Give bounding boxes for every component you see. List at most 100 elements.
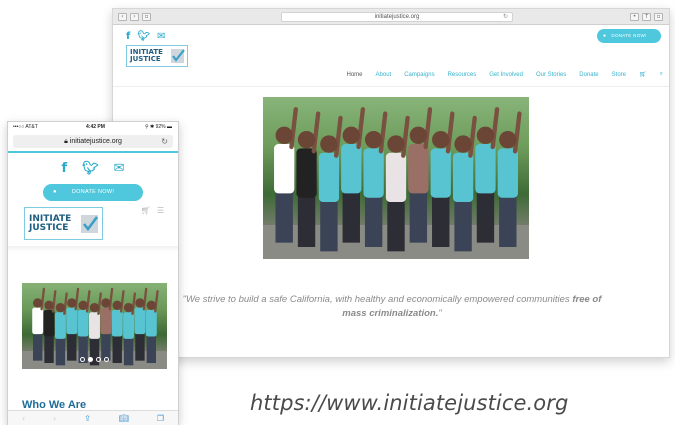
raised-fist-arm bbox=[311, 111, 321, 154]
person-legs bbox=[432, 194, 450, 247]
battery-indicator: ⚲ ✱ 92% ▬ bbox=[144, 124, 172, 130]
quote-text: "We strive to build a safe California, w… bbox=[182, 294, 573, 305]
sidebar-icon[interactable]: ▫ bbox=[142, 13, 151, 21]
browser-right-controls: • ↑ ▫ bbox=[630, 13, 663, 21]
person-head bbox=[33, 298, 43, 308]
raised-fist-arm bbox=[333, 115, 343, 158]
tabs-icon[interactable]: ❐ bbox=[157, 414, 164, 423]
person-legs bbox=[454, 199, 472, 252]
person-head bbox=[67, 298, 77, 308]
clock: 4:42 PM bbox=[86, 124, 105, 130]
header-divider bbox=[8, 246, 178, 252]
carousel-dot[interactable] bbox=[80, 357, 85, 362]
share-icon[interactable]: ↑ bbox=[642, 13, 651, 21]
logo-text: INITIATE JUSTICE bbox=[130, 49, 169, 63]
site-url-caption: https://www.initiatejustice.org bbox=[250, 391, 569, 415]
person-legs bbox=[67, 332, 77, 361]
person-head bbox=[387, 135, 405, 153]
browser-toolbar: ‹ › ▫ initiatejustice.org ↻ • ↑ ▫ bbox=[113, 9, 669, 25]
mobile-url-text: initiatejustice.org bbox=[69, 138, 122, 145]
person-legs bbox=[297, 194, 316, 247]
cart-icon[interactable]: 🛒︎ bbox=[639, 71, 647, 78]
reload-icon[interactable]: ↻ bbox=[161, 135, 168, 148]
back-icon[interactable]: ‹ bbox=[22, 414, 25, 423]
person-head bbox=[409, 126, 428, 145]
mobile-donate-button[interactable]: ● DONATE NOW! bbox=[43, 184, 143, 201]
person-figure bbox=[475, 144, 496, 194]
load-progress-line bbox=[8, 151, 178, 153]
social-links: f 🐦︎ ✉ bbox=[126, 31, 165, 42]
mission-quote: "We strive to build a safe California, w… bbox=[177, 293, 607, 321]
carousel-dot[interactable] bbox=[96, 357, 101, 362]
nav-resources[interactable]: Resources bbox=[448, 72, 477, 78]
raised-fist-arm bbox=[97, 292, 102, 316]
facebook-icon[interactable]: f bbox=[61, 162, 67, 176]
forward-icon[interactable]: › bbox=[130, 13, 139, 21]
bookmarks-icon[interactable]: 📖︎ bbox=[119, 414, 129, 423]
person-figure bbox=[385, 152, 407, 203]
raised-fist-arm bbox=[378, 111, 388, 154]
person-figure bbox=[54, 312, 66, 339]
twitter-icon[interactable]: 🐦︎ bbox=[137, 31, 150, 42]
email-icon[interactable]: ✉ bbox=[114, 162, 125, 176]
twitter-icon[interactable]: 🐦︎ bbox=[82, 162, 99, 176]
share-icon[interactable]: ⇪ bbox=[84, 414, 91, 423]
tabs-icon[interactable]: ▫ bbox=[654, 13, 663, 21]
person-legs bbox=[409, 190, 428, 243]
nav-home[interactable]: Home bbox=[347, 72, 363, 78]
person-head bbox=[89, 302, 100, 313]
person-figure bbox=[66, 307, 78, 335]
forward-icon[interactable]: › bbox=[53, 414, 56, 423]
site-logo[interactable]: INITIATE JUSTICE bbox=[126, 45, 188, 67]
raised-fist-arm bbox=[401, 115, 410, 158]
cart-icon[interactable]: 🛒︎ bbox=[141, 206, 151, 215]
email-icon[interactable]: ✉ bbox=[157, 31, 165, 42]
person-figure bbox=[430, 148, 451, 198]
donate-button[interactable]: ● DONATE NOW! bbox=[597, 29, 661, 43]
person-head bbox=[364, 131, 383, 149]
raised-fist-arm bbox=[468, 115, 477, 158]
person-head bbox=[432, 131, 450, 149]
nav-donate[interactable]: Donate bbox=[579, 72, 598, 78]
raised-fist-arm bbox=[356, 107, 366, 150]
nav-campaigns[interactable]: Campaigns bbox=[404, 72, 434, 78]
person-legs bbox=[112, 334, 122, 363]
raised-fist-arm bbox=[63, 292, 68, 316]
nav-get-involved[interactable]: Get Involved bbox=[489, 72, 523, 78]
person-head bbox=[123, 302, 134, 313]
person-figure bbox=[363, 148, 384, 198]
back-icon[interactable]: ‹ bbox=[118, 13, 127, 21]
person-head bbox=[55, 302, 66, 313]
mobile-site-logo[interactable]: INITIATE JUSTICE bbox=[24, 207, 103, 240]
nav-store[interactable]: Store bbox=[612, 72, 626, 78]
person-figure bbox=[318, 152, 340, 203]
facebook-icon[interactable]: f bbox=[126, 31, 130, 42]
extension-icon[interactable]: • bbox=[630, 13, 639, 21]
person-figure bbox=[452, 152, 474, 203]
person-head bbox=[78, 300, 88, 310]
person-legs bbox=[123, 337, 134, 366]
mobile-address-bar[interactable]: 🔒︎ initiatejustice.org ↻ bbox=[13, 135, 173, 148]
person-legs bbox=[320, 199, 338, 252]
safari-bottom-toolbar: ‹ › ⇪ 📖︎ ❐ bbox=[8, 410, 178, 425]
raised-fist-arm bbox=[108, 287, 114, 311]
search-icon[interactable]: ⌕ bbox=[660, 71, 663, 78]
person-figure bbox=[341, 144, 362, 194]
person-figure bbox=[111, 309, 123, 337]
mobile-header-icons: 🛒︎ ☰ bbox=[141, 206, 164, 215]
person-legs bbox=[44, 334, 54, 363]
nav-about[interactable]: About bbox=[376, 72, 392, 78]
person-legs bbox=[55, 337, 66, 366]
address-bar[interactable]: initiatejustice.org ↻ bbox=[281, 12, 513, 22]
carousel-dot[interactable] bbox=[104, 357, 109, 362]
checkmark-icon bbox=[170, 49, 185, 63]
menu-icon[interactable]: ☰ bbox=[157, 206, 164, 215]
person-head bbox=[297, 131, 316, 149]
reload-icon[interactable]: ↻ bbox=[503, 13, 508, 22]
carousel-dot-active[interactable] bbox=[88, 357, 93, 362]
person-legs bbox=[135, 332, 145, 361]
carousel-dots bbox=[80, 357, 109, 362]
raised-fist-arm bbox=[51, 290, 57, 313]
mobile-phone-screen: •••○○ AT&T 4:42 PM ⚲ ✱ 92% ▬ 🔒︎ initiate… bbox=[7, 121, 179, 425]
nav-our-stories[interactable]: Our Stories bbox=[536, 72, 566, 78]
